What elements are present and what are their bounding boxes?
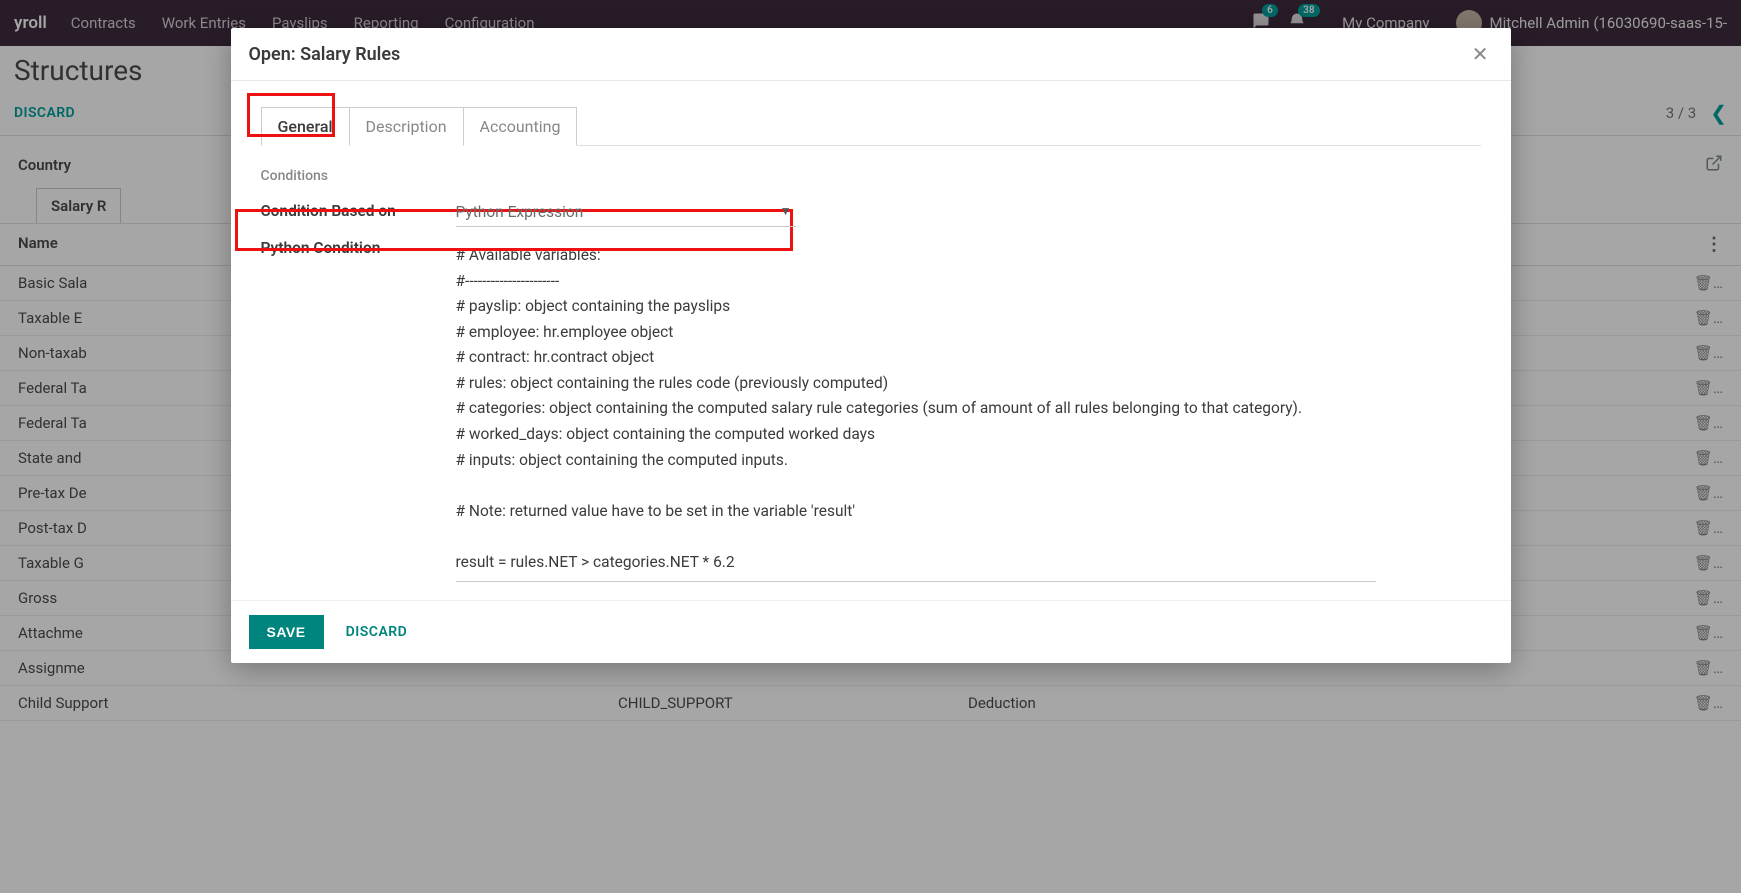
tab-accounting[interactable]: Accounting (464, 107, 578, 146)
modal-footer: SAVE DISCARD (231, 600, 1511, 663)
save-button[interactable]: SAVE (249, 615, 324, 649)
chevron-down-icon: ▼ (780, 204, 792, 218)
python-condition-textarea[interactable]: # Available variables: #----------------… (456, 235, 1376, 582)
discard-button[interactable]: DISCARD (346, 624, 408, 640)
modal-body: General Description Accounting Condition… (231, 81, 1511, 600)
python-condition-result: result = rules.NET > categories.NET * 6.… (456, 553, 735, 571)
condition-based-on-select[interactable]: Python Expression ▼ (456, 198, 796, 227)
tab-general[interactable]: General (261, 107, 350, 146)
close-icon[interactable]: ✕ (1468, 42, 1493, 66)
condition-based-on-label: Condition Based on (261, 198, 456, 220)
conditions-section-label: Conditions (261, 168, 1481, 184)
modal-title: Open: Salary Rules (249, 44, 401, 65)
tab-description[interactable]: Description (350, 107, 464, 146)
salary-rule-modal: Open: Salary Rules ✕ General Description… (231, 28, 1511, 663)
condition-based-on-value: Python Expression (456, 203, 584, 221)
python-condition-label: Python Condition (261, 235, 456, 257)
modal-backdrop: Open: Salary Rules ✕ General Description… (0, 0, 1741, 893)
modal-tab-bar: General Description Accounting (261, 107, 1481, 146)
